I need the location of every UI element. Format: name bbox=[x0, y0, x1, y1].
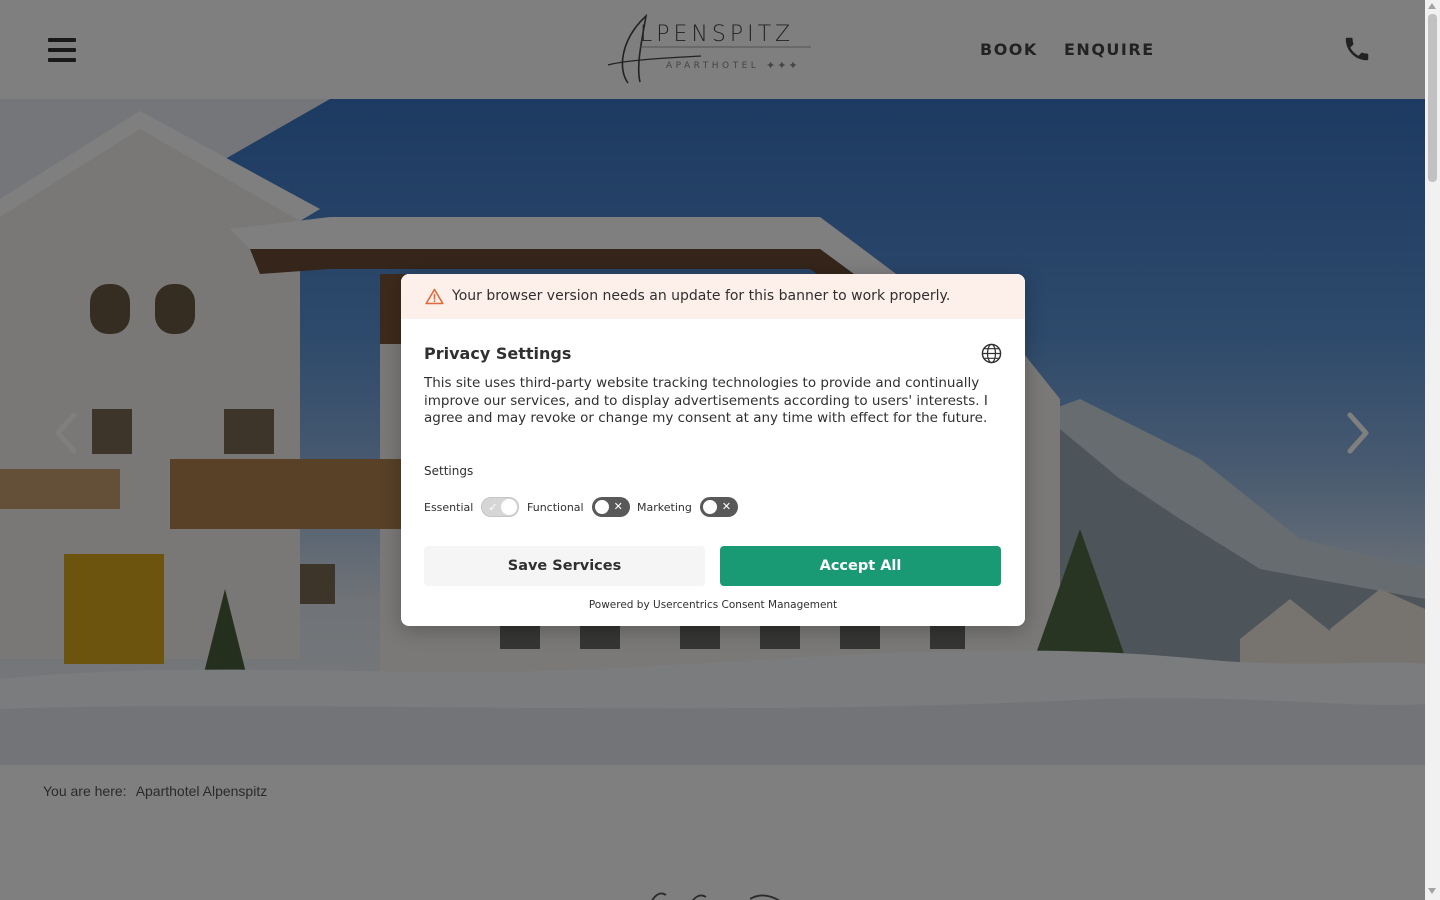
scrollbar[interactable] bbox=[1425, 0, 1440, 900]
accept-all-button[interactable]: Accept All bbox=[720, 546, 1001, 586]
powered-by: Powered by Usercentrics Consent Manageme… bbox=[401, 599, 1025, 611]
warning-triangle-icon bbox=[425, 288, 444, 305]
toggle-essential[interactable]: ✓ bbox=[481, 497, 520, 517]
language-button[interactable] bbox=[981, 343, 1002, 364]
privacy-settings-dialog: Your browser version needs an update for… bbox=[401, 274, 1025, 626]
toggle-knob bbox=[593, 499, 610, 515]
cross-icon: ✕ bbox=[613, 500, 623, 513]
scroll-up-arrow-icon[interactable] bbox=[1428, 3, 1436, 9]
browser-warning-bar: Your browser version needs an update for… bbox=[401, 274, 1025, 319]
toggle-knob bbox=[701, 499, 718, 515]
globe-icon bbox=[981, 343, 1002, 364]
toggle-label-functional: Functional bbox=[527, 500, 584, 514]
dialog-description: This site uses third-party website track… bbox=[424, 375, 988, 426]
usercentrics-link[interactable]: Usercentrics Consent Management bbox=[653, 599, 837, 611]
toggle-label-essential: Essential bbox=[424, 500, 474, 514]
scroll-thumb[interactable] bbox=[1428, 14, 1437, 182]
toggle-group-functional: Functional ✕ bbox=[527, 497, 630, 517]
dialog-title: Privacy Settings bbox=[424, 344, 572, 363]
settings-label: Settings bbox=[424, 464, 474, 478]
toggle-knob bbox=[501, 499, 518, 515]
toggle-label-marketing: Marketing bbox=[637, 500, 692, 514]
powered-by-prefix: Powered by bbox=[588, 599, 654, 611]
toggle-functional[interactable]: ✕ bbox=[591, 497, 630, 517]
toggle-group-essential: Essential ✓ bbox=[424, 497, 520, 517]
toggle-marketing[interactable]: ✕ bbox=[699, 497, 738, 517]
toggle-group-marketing: Marketing ✕ bbox=[637, 497, 738, 517]
scroll-down-arrow-icon[interactable] bbox=[1428, 888, 1436, 894]
browser-warning-text: Your browser version needs an update for… bbox=[452, 288, 951, 304]
cross-icon: ✕ bbox=[721, 500, 732, 513]
check-icon: ✓ bbox=[488, 501, 498, 514]
save-services-button[interactable]: Save Services bbox=[424, 546, 705, 586]
